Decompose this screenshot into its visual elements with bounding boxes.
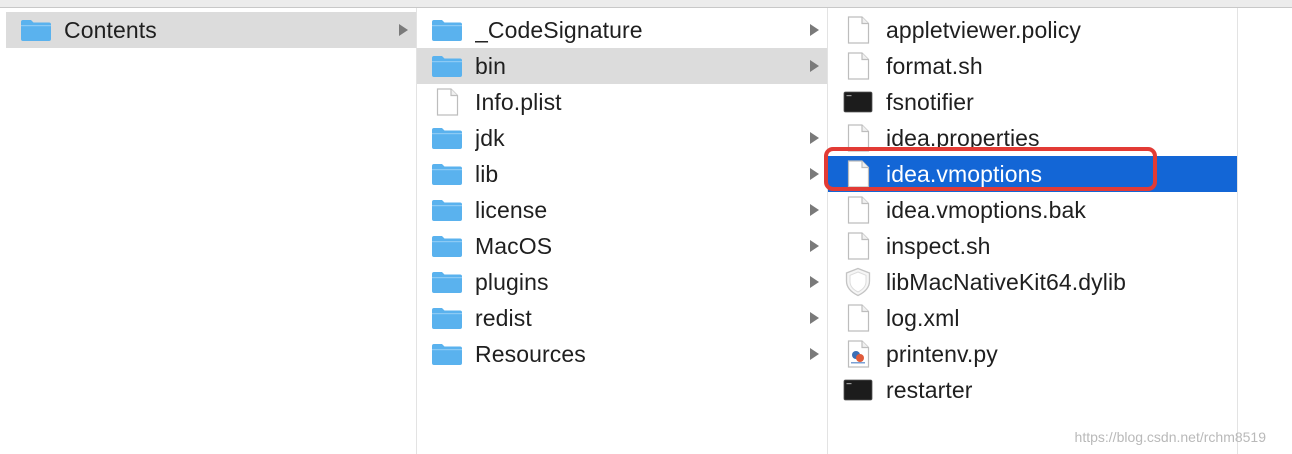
python-script-icon — [842, 340, 874, 368]
list-item-restarter[interactable]: restarter — [828, 372, 1237, 408]
list-item-label: libMacNativeKit64.dylib — [886, 268, 1127, 295]
column-3[interactable]: appletviewer.policy format.sh fsnotifier… — [828, 8, 1238, 454]
folder-icon — [431, 161, 463, 187]
document-icon — [842, 196, 874, 224]
list-item-jdk[interactable]: jdk — [417, 120, 827, 156]
list-item-label: bin — [475, 52, 506, 79]
disclosure-arrow-icon — [807, 59, 821, 73]
list-item-label: inspect.sh — [886, 232, 991, 259]
list-item-log-xml[interactable]: log.xml — [828, 300, 1237, 336]
list-item-label: appletviewer.policy — [886, 16, 1081, 43]
document-icon — [842, 304, 874, 332]
list-item-label: printenv.py — [886, 340, 998, 367]
folder-icon — [431, 197, 463, 223]
list-item-codesignature[interactable]: _CodeSignature — [417, 12, 827, 48]
list-item-fsnotifier[interactable]: fsnotifier — [828, 84, 1237, 120]
document-icon — [842, 232, 874, 260]
disclosure-arrow-icon — [807, 347, 821, 361]
list-item-label: redist — [475, 304, 532, 331]
folder-icon — [431, 53, 463, 79]
list-item-printenv-py[interactable]: printenv.py — [828, 336, 1237, 372]
list-item-label: idea.vmoptions — [886, 160, 1043, 187]
terminal-executable-icon — [842, 377, 874, 403]
list-item-label: jdk — [475, 124, 505, 151]
list-item-label: log.xml — [886, 304, 960, 331]
folder-icon — [431, 125, 463, 151]
list-item-license[interactable]: license — [417, 192, 827, 228]
list-item-format-sh[interactable]: format.sh — [828, 48, 1237, 84]
list-item-label: Resources — [475, 340, 586, 367]
list-item-label: idea.properties — [886, 124, 1040, 151]
list-item-label: idea.vmoptions.bak — [886, 196, 1086, 223]
document-icon — [842, 160, 874, 188]
list-item-label: lib — [475, 160, 499, 187]
list-item-redist[interactable]: redist — [417, 300, 827, 336]
folder-icon — [431, 305, 463, 331]
list-item-info-plist[interactable]: Info.plist — [417, 84, 827, 120]
list-item-macos[interactable]: MacOS — [417, 228, 827, 264]
list-item-appletviewer-policy[interactable]: appletviewer.policy — [828, 12, 1237, 48]
folder-icon — [431, 233, 463, 259]
list-item-bin[interactable]: bin — [417, 48, 827, 84]
disclosure-arrow-icon — [807, 239, 821, 253]
list-item-libmacnativekit64-dylib[interactable]: libMacNativeKit64.dylib — [828, 264, 1237, 300]
disclosure-arrow-icon — [807, 167, 821, 181]
disclosure-arrow-icon — [807, 23, 821, 37]
list-item-idea-vmoptions[interactable]: idea.vmoptions — [828, 156, 1237, 192]
list-item-label: format.sh — [886, 52, 983, 79]
list-item-label: license — [475, 196, 548, 223]
document-icon — [842, 124, 874, 152]
list-item-label: _CodeSignature — [475, 16, 643, 43]
list-item-label: fsnotifier — [886, 88, 974, 115]
library-shield-icon — [842, 267, 874, 297]
list-item-label: restarter — [886, 376, 973, 403]
document-icon — [842, 52, 874, 80]
terminal-executable-icon — [842, 89, 874, 115]
watermark-text: https://blog.csdn.net/rchm8519 — [1074, 429, 1266, 445]
column-2[interactable]: _CodeSignature bin Info.plist jdk lib li… — [417, 8, 828, 454]
folder-icon — [431, 269, 463, 295]
folder-icon — [431, 341, 463, 367]
disclosure-arrow-icon — [396, 23, 410, 37]
list-item-lib[interactable]: lib — [417, 156, 827, 192]
list-item-resources[interactable]: Resources — [417, 336, 827, 372]
folder-icon — [20, 17, 52, 43]
window-top-edge — [0, 0, 1292, 8]
list-item-label: plugins — [475, 268, 549, 295]
disclosure-arrow-icon — [807, 203, 821, 217]
document-icon — [431, 88, 463, 116]
disclosure-arrow-icon — [807, 131, 821, 145]
disclosure-arrow-icon — [807, 311, 821, 325]
list-item-label: Contents — [64, 16, 157, 43]
list-item-plugins[interactable]: plugins — [417, 264, 827, 300]
disclosure-arrow-icon — [807, 275, 821, 289]
column-1[interactable]: Contents — [0, 8, 417, 454]
document-icon — [842, 16, 874, 44]
list-item-idea-properties[interactable]: idea.properties — [828, 120, 1237, 156]
list-item-label: MacOS — [475, 232, 553, 259]
list-item-label: Info.plist — [475, 88, 562, 115]
folder-icon — [431, 17, 463, 43]
list-item-inspect-sh[interactable]: inspect.sh — [828, 228, 1237, 264]
column-4-empty[interactable] — [1238, 8, 1292, 454]
list-item-contents[interactable]: Contents — [6, 12, 416, 48]
list-item-idea-vmoptions-bak[interactable]: idea.vmoptions.bak — [828, 192, 1237, 228]
finder-column-browser: Contents _CodeSignature bin Info.plist j… — [0, 8, 1292, 454]
